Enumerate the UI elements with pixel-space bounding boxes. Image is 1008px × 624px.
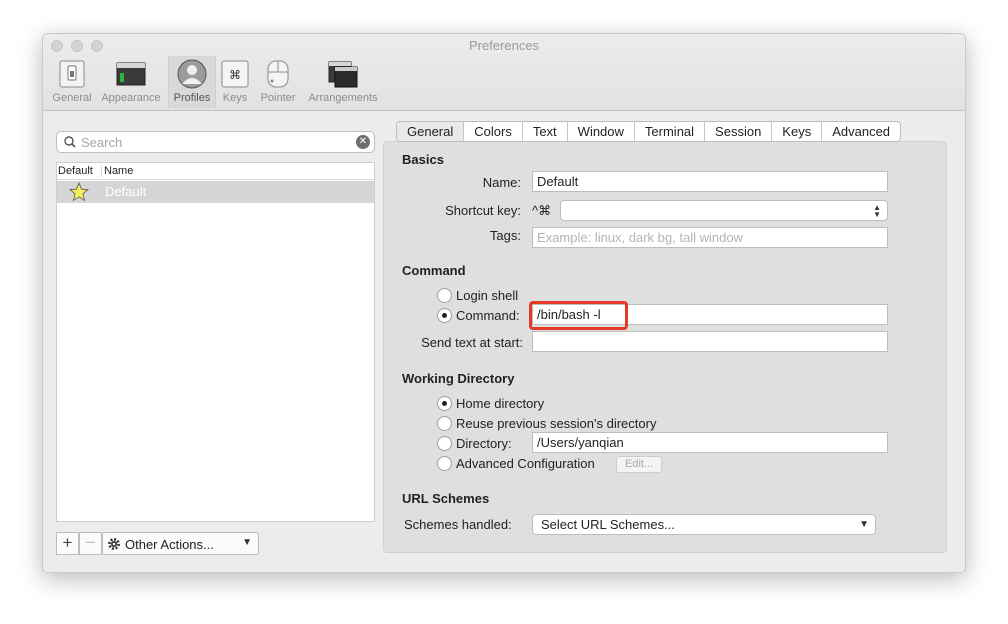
search-placeholder: Search (81, 135, 123, 150)
search-input[interactable]: Search ✕ (56, 131, 375, 153)
keys-command-icon: ⌘ (221, 60, 249, 88)
select-arrows-icon: ▲ ▼ (873, 203, 881, 219)
command-label[interactable]: Command: (456, 308, 520, 323)
home-directory-label[interactable]: Home directory (456, 396, 544, 411)
add-profile-button[interactable]: + (56, 532, 79, 555)
profile-row-default[interactable]: Default (57, 181, 374, 203)
tab-terminal[interactable]: Terminal (635, 122, 706, 141)
titlebar: Preferences General Appearance Profiles … (43, 34, 965, 111)
profiles-list-header: Default Name (57, 163, 374, 180)
home-directory-radio[interactable] (437, 396, 452, 411)
command-section-title: Command (402, 263, 466, 278)
tab-advanced[interactable]: Advanced (822, 122, 900, 141)
search-icon (64, 136, 76, 148)
url-schemes-select[interactable]: Select URL Schemes... ▼ (532, 514, 876, 535)
command-radio[interactable] (437, 308, 452, 323)
toolbar-profiles[interactable]: Profiles (168, 56, 216, 108)
name-field[interactable]: Default (532, 171, 888, 192)
toolbar-pointer[interactable]: Pointer (256, 56, 300, 108)
gear-icon (108, 538, 120, 550)
preferences-window: Preferences General Appearance Profiles … (42, 33, 966, 573)
profiles-list[interactable]: Default Name Default (56, 162, 375, 522)
directory-field[interactable]: /Users/yanqian (532, 432, 888, 453)
svg-text:⌘: ⌘ (229, 68, 241, 82)
tab-session[interactable]: Session (705, 122, 773, 141)
working-directory-section-title: Working Directory (402, 371, 515, 386)
toolbar-appearance[interactable]: Appearance (98, 56, 164, 108)
default-column-header[interactable]: Default (58, 165, 102, 177)
send-text-field[interactable] (532, 331, 888, 352)
name-label: Name: (482, 175, 521, 190)
tab-keys[interactable]: Keys (772, 122, 823, 141)
basics-section-title: Basics (402, 152, 444, 167)
shortcut-key-label: Shortcut key: (445, 203, 521, 218)
tags-field[interactable]: Example: linux, dark bg, tall window (532, 227, 888, 248)
login-shell-radio[interactable] (437, 288, 452, 303)
appearance-window-icon (116, 62, 146, 86)
url-schemes-select-value: Select URL Schemes... (541, 517, 675, 532)
edit-button[interactable]: Edit... (616, 456, 663, 473)
directory-radio[interactable] (437, 436, 452, 451)
profiles-person-icon (177, 59, 207, 89)
profile-name: Default (105, 184, 147, 199)
pointer-mouse-icon (267, 60, 289, 88)
url-schemes-section-title: URL Schemes (402, 491, 490, 506)
clear-search-icon[interactable]: ✕ (356, 135, 370, 149)
settings-tabs: General Colors Text Window Terminal Sess… (396, 121, 902, 142)
schemes-handled-label: Schemes handled: (404, 517, 512, 532)
send-text-label: Send text at start: (421, 335, 523, 350)
tab-colors[interactable]: Colors (464, 122, 523, 141)
tab-window[interactable]: Window (568, 122, 635, 141)
toolbar-general[interactable]: General (49, 56, 95, 108)
advanced-configuration-label[interactable]: Advanced Configuration (456, 456, 595, 471)
reuse-directory-radio[interactable] (437, 416, 452, 431)
toolbar-keys[interactable]: ⌘ Keys (220, 56, 250, 108)
shortcut-prefix: ^⌘ (532, 203, 552, 218)
remove-profile-button[interactable]: − (79, 532, 102, 555)
tab-text[interactable]: Text (523, 122, 568, 141)
toolbar-arrangements[interactable]: Arrangements (304, 56, 382, 108)
default-star-icon (69, 182, 89, 202)
login-shell-label[interactable]: Login shell (456, 288, 518, 303)
general-switch-icon (59, 60, 85, 88)
other-actions-label: Other Actions... (125, 537, 214, 552)
other-actions-dropdown[interactable]: Other Actions... ▼ (102, 532, 259, 555)
directory-label[interactable]: Directory: (456, 436, 512, 451)
command-highlight-box (529, 301, 628, 330)
tags-label: Tags: (489, 228, 521, 243)
advanced-configuration-radio[interactable] (437, 456, 452, 471)
shortcut-key-select[interactable]: ▲ ▼ (560, 200, 888, 221)
chevron-down-icon: ▼ (242, 537, 252, 548)
reuse-directory-label[interactable]: Reuse previous session's directory (456, 416, 656, 431)
tab-general[interactable]: General (397, 122, 465, 141)
name-column-header[interactable]: Name (104, 165, 133, 177)
chevron-down-icon: ▼ (859, 519, 869, 530)
arrangements-windows-icon (328, 61, 358, 88)
window-title: Preferences (468, 38, 540, 53)
